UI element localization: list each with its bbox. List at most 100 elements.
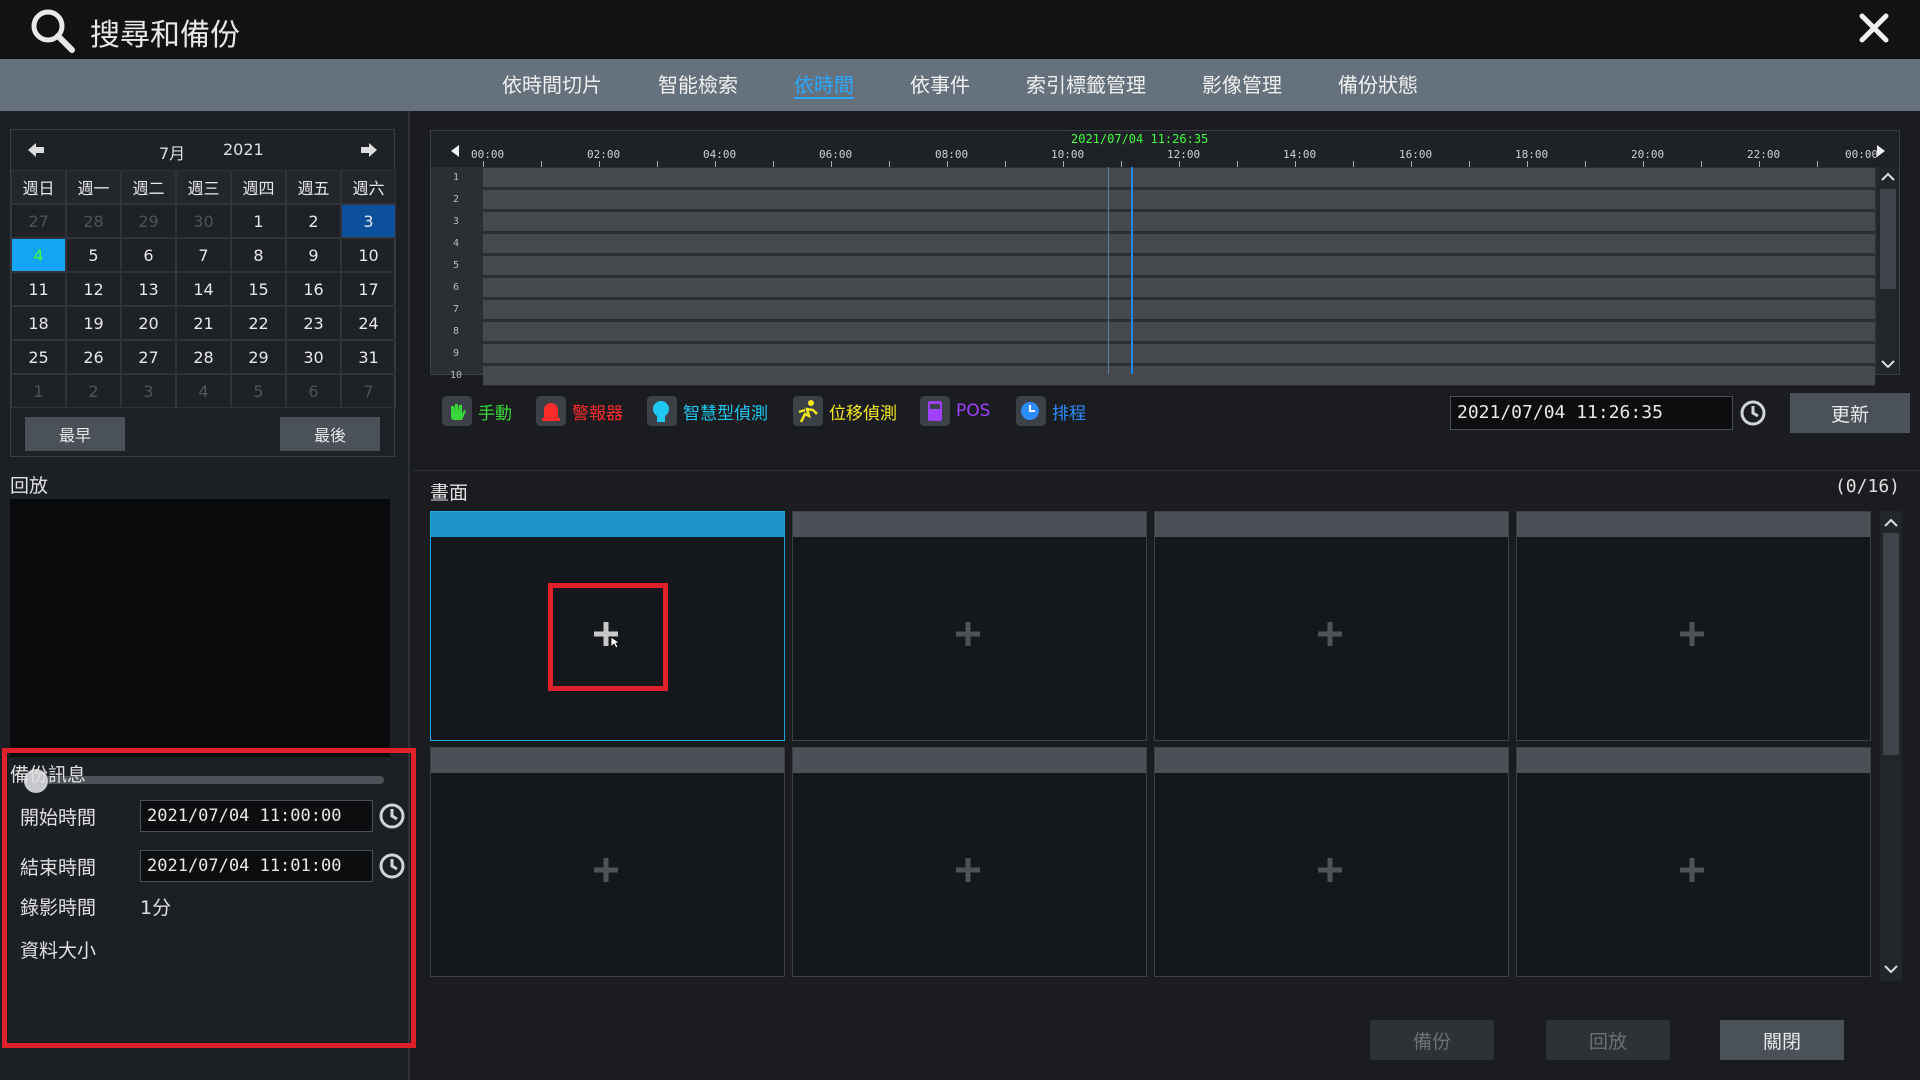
calendar-day[interactable]: 2 — [286, 204, 341, 238]
event-motion[interactable]: 位移偵測 — [793, 394, 897, 428]
calendar-day[interactable]: 6 — [121, 238, 176, 272]
calendar-day[interactable]: 13 — [121, 272, 176, 306]
calendar-day[interactable]: 25 — [11, 340, 66, 374]
calendar-day[interactable]: 11 — [11, 272, 66, 306]
latest-button[interactable]: 最後 — [280, 417, 380, 451]
calendar-day[interactable]: 21 — [176, 306, 231, 340]
add-icon[interactable] — [1677, 855, 1707, 885]
tab-time-slice[interactable]: 依時間切片 — [474, 59, 630, 111]
channel-slot-header — [1155, 748, 1508, 773]
channel-slot[interactable] — [1516, 747, 1871, 977]
scroll-up-icon[interactable] — [1883, 515, 1899, 531]
calendar-day[interactable]: 15 — [231, 272, 286, 306]
calendar-day[interactable]: 28 — [176, 340, 231, 374]
timeline-cursor-label: 2021/07/04 11:26:35 — [1071, 132, 1209, 146]
calendar-day: 3 — [121, 374, 176, 408]
channel-timeline-bar[interactable] — [483, 322, 1875, 342]
event-smart-detection[interactable]: 智慧型偵測 — [647, 394, 768, 428]
calendar-day[interactable]: 4 — [11, 238, 66, 272]
add-icon[interactable] — [591, 855, 621, 885]
add-icon[interactable] — [1677, 619, 1707, 649]
backup-button[interactable]: 備份 — [1370, 1020, 1494, 1060]
next-month-icon[interactable] — [358, 139, 380, 161]
calendar-day[interactable]: 17 — [341, 272, 396, 306]
timeline-channel-row: 10 — [431, 365, 1877, 386]
calendar-day[interactable]: 3 — [341, 204, 396, 238]
tab-backup-status[interactable]: 備份狀態 — [1310, 59, 1446, 111]
tab-tag-management[interactable]: 索引標籤管理 — [998, 59, 1174, 111]
add-icon[interactable] — [953, 619, 983, 649]
channel-timeline-bar[interactable] — [483, 300, 1875, 320]
timeline-cursor[interactable] — [1131, 167, 1133, 374]
add-icon[interactable] — [1315, 619, 1345, 649]
grid-scroll-thumb[interactable] — [1883, 533, 1899, 755]
playback-button[interactable]: 回放 — [1546, 1020, 1670, 1060]
close-icon[interactable] — [1856, 10, 1892, 46]
refresh-button[interactable]: 更新 — [1790, 393, 1910, 433]
calendar-day[interactable]: 31 — [341, 340, 396, 374]
calendar-day[interactable]: 8 — [231, 238, 286, 272]
channel-timeline-bar[interactable] — [483, 168, 1875, 188]
clock-icon[interactable] — [1738, 398, 1768, 428]
tab-smart-search[interactable]: 智能檢索 — [630, 59, 766, 111]
channel-timeline-bar[interactable] — [483, 256, 1875, 276]
tab-by-time[interactable]: 依時間 — [766, 59, 882, 111]
channel-timeline-bar[interactable] — [483, 190, 1875, 210]
tab-image-management[interactable]: 影像管理 — [1174, 59, 1310, 111]
channel-slot[interactable] — [792, 511, 1147, 741]
channel-timeline-bar[interactable] — [483, 234, 1875, 254]
tab-by-event[interactable]: 依事件 — [882, 59, 998, 111]
scroll-down-icon[interactable] — [1883, 961, 1899, 977]
calendar-day[interactable]: 5 — [66, 238, 121, 272]
channel-timeline-bar[interactable] — [483, 344, 1875, 364]
event-alarm[interactable]: 警報器 — [536, 394, 623, 428]
channel-slot[interactable] — [430, 747, 785, 977]
channel-timeline-bar[interactable] — [483, 212, 1875, 232]
add-icon[interactable] — [1315, 855, 1345, 885]
channel-timeline-bar[interactable] — [483, 278, 1875, 298]
channel-timeline-bar[interactable] — [483, 366, 1875, 386]
channel-slot[interactable] — [1154, 747, 1509, 977]
datetime-field[interactable]: 2021/07/04 11:26:35 — [1450, 396, 1733, 430]
timeline-scrollbar[interactable] — [1877, 167, 1899, 374]
timeline-scroll-thumb[interactable] — [1880, 189, 1896, 289]
calendar-day[interactable]: 23 — [286, 306, 341, 340]
calendar-day[interactable]: 29 — [231, 340, 286, 374]
calendar-day[interactable]: 7 — [176, 238, 231, 272]
calendar-day[interactable]: 10 — [341, 238, 396, 272]
calendar-day[interactable]: 22 — [231, 306, 286, 340]
event-schedule[interactable]: 排程 — [1016, 394, 1086, 428]
calendar-day[interactable]: 12 — [66, 272, 121, 306]
calendar-day[interactable]: 27 — [121, 340, 176, 374]
add-icon[interactable] — [953, 855, 983, 885]
calendar-day[interactable]: 16 — [286, 272, 341, 306]
calendar-day[interactable]: 30 — [286, 340, 341, 374]
timeline-channel-row: 2 — [431, 189, 1877, 211]
event-manual[interactable]: 手動 — [442, 394, 512, 428]
clock-icon[interactable] — [377, 801, 407, 831]
end-time-field[interactable]: 2021/07/04 11:01:00 — [140, 850, 373, 882]
close-button[interactable]: 關閉 — [1720, 1020, 1844, 1060]
calendar-day[interactable]: 26 — [66, 340, 121, 374]
timeline-channel-row: 1 — [431, 167, 1877, 189]
calendar-day[interactable]: 20 — [121, 306, 176, 340]
calendar-day[interactable]: 24 — [341, 306, 396, 340]
timeline-prev-icon[interactable] — [447, 143, 463, 159]
channel-slot[interactable] — [792, 747, 1147, 977]
start-time-field[interactable]: 2021/07/04 11:00:00 — [140, 800, 373, 832]
calendar-day[interactable]: 9 — [286, 238, 341, 272]
calendar-day[interactable]: 1 — [231, 204, 286, 238]
calendar-day[interactable]: 19 — [66, 306, 121, 340]
calendar-day[interactable]: 14 — [176, 272, 231, 306]
channel-slot[interactable] — [1154, 511, 1509, 741]
calendar-day[interactable]: 18 — [11, 306, 66, 340]
earliest-button[interactable]: 最早 — [25, 417, 125, 451]
scroll-down-icon[interactable] — [1880, 356, 1896, 372]
calendar-day: 29 — [121, 204, 176, 238]
prev-month-icon[interactable] — [25, 139, 47, 161]
clock-icon[interactable] — [377, 851, 407, 881]
channel-slot[interactable] — [1516, 511, 1871, 741]
grid-scrollbar[interactable] — [1880, 511, 1902, 981]
scroll-up-icon[interactable] — [1880, 169, 1896, 185]
event-pos[interactable]: POS — [920, 394, 990, 428]
